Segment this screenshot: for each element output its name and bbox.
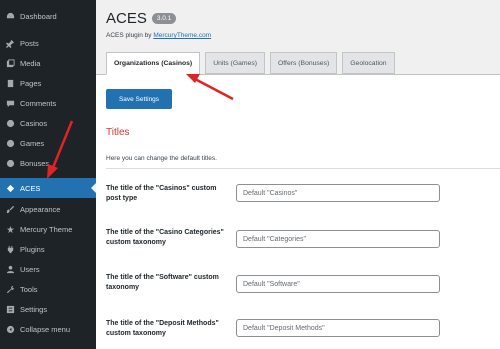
mercurytheme-link[interactable]: MercuryTheme.com (153, 32, 211, 39)
aces-icon (5, 183, 15, 193)
sidebar-item-casinos[interactable]: Casinos (0, 113, 96, 133)
section-divider (106, 168, 500, 169)
section-description: Here you can change the default titles. (106, 155, 217, 162)
sidebar-item-label: Posts (20, 38, 39, 48)
casino-categories-title-input[interactable]: Default "Categories" (236, 230, 440, 248)
plugin-byline: ACES plugin by MercuryTheme.com (106, 32, 211, 39)
admin-sidebar: Dashboard Posts Media Pages Comments Cas… (0, 0, 96, 349)
appearance-icon (5, 204, 15, 214)
users-icon (5, 264, 15, 274)
deposit-methods-title-input[interactable]: Default "Deposit Methods" (236, 319, 440, 337)
casinos-icon (5, 118, 15, 128)
sidebar-item-users[interactable]: Users (0, 259, 96, 279)
bonuses-icon (5, 158, 15, 168)
sidebar-item-label: Settings (20, 304, 48, 314)
collapse-icon (5, 324, 15, 334)
deposit-methods-title-label: The title of the "Deposit Methods" custo… (106, 320, 219, 337)
software-title-label: The title of the "Software" custom taxon… (106, 274, 219, 291)
sidebar-item-settings[interactable]: Settings (0, 299, 96, 319)
plugins-icon (5, 244, 15, 254)
sidebar-item-label: Appearance (20, 204, 61, 214)
tools-icon (5, 284, 15, 294)
sidebar-item-dashboard[interactable]: Dashboard (0, 6, 96, 26)
sidebar-item-label: Comments (20, 98, 57, 108)
tab-offers[interactable]: Offers (Bonuses) (270, 52, 338, 74)
save-settings-button[interactable]: Save Settings (106, 89, 172, 109)
dashboard-icon (5, 11, 15, 21)
sidebar-item-label: Collapse menu (20, 324, 71, 334)
sidebar-item-mercury-theme[interactable]: Mercury Theme (0, 219, 96, 239)
sidebar-item-bonuses[interactable]: Bonuses (0, 153, 96, 173)
sidebar-item-games[interactable]: Games (0, 133, 96, 153)
comments-icon (5, 98, 15, 108)
sidebar-item-label: Games (20, 138, 45, 148)
byline-text: ACES plugin by (106, 32, 154, 39)
settings-tabs: Organizations (Casinos) Units (Games) Of… (106, 52, 400, 75)
pages-icon (5, 78, 15, 88)
tab-units[interactable]: Units (Games) (205, 52, 265, 74)
sidebar-item-appearance[interactable]: Appearance (0, 199, 96, 219)
settings-panel (96, 75, 500, 349)
page-title: ACES (106, 10, 147, 27)
tab-organizations[interactable]: Organizations (Casinos) (106, 52, 201, 75)
casino-categories-title-label: The title of the "Casino Categories" cus… (106, 229, 224, 246)
sidebar-item-label: Dashboard (20, 11, 57, 21)
sidebar-item-label: Users (20, 264, 40, 274)
settings-icon (5, 304, 15, 314)
version-badge: 3.0.1 (151, 13, 177, 24)
mercury-icon (5, 224, 15, 234)
section-title: Titles (106, 127, 130, 138)
sidebar-item-label: Tools (20, 284, 38, 294)
sidebar-item-label: Bonuses (20, 158, 50, 168)
games-icon (5, 138, 15, 148)
sidebar-item-label: Casinos (20, 118, 48, 128)
sidebar-item-label: Media (20, 58, 41, 68)
sidebar-item-plugins[interactable]: Plugins (0, 239, 96, 259)
tab-geolocation[interactable]: Geolocation (342, 52, 395, 74)
main-content: ACES 3.0.1 ACES plugin by MercuryTheme.c… (96, 0, 500, 349)
page-header: ACES 3.0.1 (106, 10, 177, 27)
sidebar-item-aces[interactable]: ACES (0, 178, 96, 198)
sidebar-item-label: ACES (20, 183, 41, 193)
media-icon (5, 58, 15, 68)
sidebar-item-posts[interactable]: Posts (0, 33, 96, 53)
sidebar-item-label: Plugins (20, 244, 45, 254)
pin-icon (5, 38, 15, 48)
sidebar-item-collapse-menu[interactable]: Collapse menu (0, 319, 96, 339)
casinos-title-label: The title of the "Casinos" custom post t… (106, 185, 217, 202)
sidebar-item-label: Mercury Theme (20, 224, 73, 234)
sidebar-item-comments[interactable]: Comments (0, 93, 96, 113)
sidebar-item-pages[interactable]: Pages (0, 73, 96, 93)
sidebar-item-label: Pages (20, 78, 42, 88)
sidebar-item-media[interactable]: Media (0, 53, 96, 73)
casinos-title-input[interactable]: Default "Casinos" (236, 184, 440, 202)
software-title-input[interactable]: Default "Software" (236, 275, 440, 293)
sidebar-item-tools[interactable]: Tools (0, 279, 96, 299)
